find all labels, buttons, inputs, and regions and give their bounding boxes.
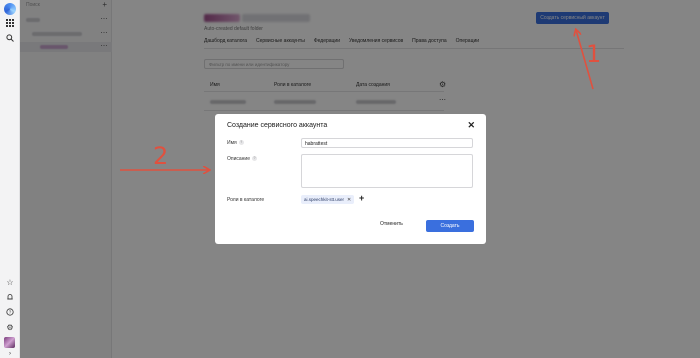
svg-text:?: ? (9, 310, 12, 315)
name-input[interactable]: habrattest (301, 138, 473, 148)
apps-grid-icon[interactable] (4, 17, 16, 29)
description-label-text: Описание (227, 156, 251, 162)
app-rail: ☆ ? ⚙ › (0, 0, 20, 358)
name-label: Имя? (227, 140, 244, 146)
create-service-account-dialog: Создание сервисного аккаунта ✕ Имя? habr… (215, 114, 486, 244)
name-label-text: Имя (227, 140, 237, 146)
dialog-title: Создание сервисного аккаунта (227, 122, 328, 129)
annotation-number-1: 1 (586, 40, 602, 68)
expand-icon[interactable]: › (4, 350, 16, 358)
role-chip[interactable]: ai.speechkit-stt.user ✕ (301, 195, 355, 204)
star-icon[interactable]: ☆ (4, 276, 16, 288)
description-textarea[interactable] (301, 154, 473, 188)
cancel-button[interactable]: Отменить (380, 221, 403, 227)
help-hint-icon[interactable]: ? (252, 156, 258, 162)
cloud-logo-icon[interactable] (4, 3, 16, 15)
settings-icon[interactable]: ⚙ (4, 321, 16, 333)
search-icon[interactable] (4, 32, 16, 44)
role-chip-label: ai.speechkit-stt.user (304, 197, 345, 202)
remove-role-icon[interactable]: ✕ (347, 197, 351, 203)
add-role-icon[interactable]: + (359, 193, 364, 203)
create-button[interactable]: Создать (426, 220, 474, 232)
help-icon[interactable]: ? (4, 306, 16, 318)
avatar[interactable] (4, 337, 15, 348)
close-icon[interactable]: ✕ (467, 120, 475, 131)
roles-label: Роли в каталоге (227, 197, 265, 203)
bell-icon[interactable] (4, 291, 16, 303)
description-label: Описание? (227, 156, 258, 162)
help-hint-icon[interactable]: ? (238, 140, 244, 146)
annotation-number-2: 2 (153, 142, 169, 170)
